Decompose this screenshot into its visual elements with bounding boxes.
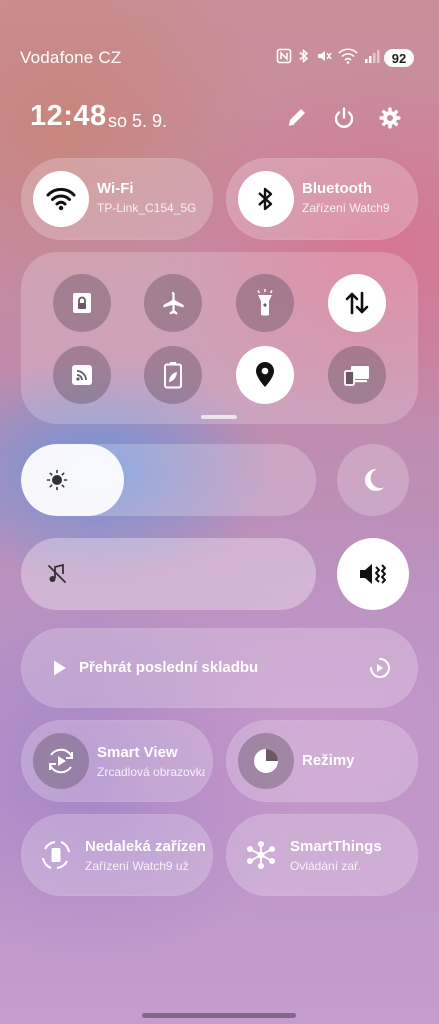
wifi-tile[interactable]: Wi-Fi TP-Link_C154_5G bbox=[21, 158, 213, 240]
wifi-network-name: TP-Link_C154_5G bbox=[97, 201, 197, 215]
mute-icon bbox=[316, 48, 332, 64]
airplane-icon bbox=[160, 290, 186, 316]
wifi-title: Wi-Fi bbox=[97, 180, 134, 197]
night-mode-toggle[interactable] bbox=[337, 444, 409, 516]
bluetooth-device-name: Zařízení Watch9 bbox=[302, 201, 390, 215]
bluetooth-title: Bluetooth bbox=[302, 180, 372, 197]
mute-note-icon bbox=[46, 563, 68, 585]
screen-lock-toggle[interactable] bbox=[53, 274, 111, 332]
signal-icon bbox=[364, 48, 380, 64]
smartthings-icon bbox=[246, 840, 276, 870]
nfc-icon bbox=[276, 48, 292, 64]
status-icons bbox=[276, 48, 380, 64]
nfc-toggle[interactable] bbox=[53, 346, 111, 404]
clock: 12:48 bbox=[30, 100, 107, 132]
location-icon bbox=[254, 361, 276, 389]
lock-icon bbox=[71, 291, 93, 315]
mobile-data-toggle[interactable] bbox=[328, 274, 386, 332]
smartthings-subtitle: Ovládání zař. bbox=[290, 859, 362, 873]
nearby-devices-tile[interactable]: Nedaleká zařízení Zařízení Watch9 už bbox=[21, 814, 213, 896]
bluetooth-toggle-icon[interactable] bbox=[238, 171, 294, 227]
flashlight-icon bbox=[255, 289, 275, 317]
smart-view-title: Smart View bbox=[97, 744, 178, 761]
vibrate-mute-icon bbox=[357, 560, 389, 588]
date: so 5. 9. bbox=[108, 111, 168, 131]
nfc-tile-icon bbox=[71, 364, 93, 386]
carrier-name: Vodafone CZ bbox=[20, 48, 122, 67]
power-saving-toggle[interactable] bbox=[144, 346, 202, 404]
smart-view-subtitle: Zrcadlová obrazovka bbox=[97, 765, 205, 779]
media-player[interactable]: Přehrát poslední skladbu bbox=[21, 628, 418, 708]
edit-icon[interactable] bbox=[286, 106, 308, 128]
settings-icon[interactable] bbox=[378, 106, 402, 130]
data-arrows-icon bbox=[343, 289, 371, 317]
screen-sharing-toggle[interactable] bbox=[328, 346, 386, 404]
location-toggle[interactable] bbox=[236, 346, 294, 404]
brightness-slider[interactable] bbox=[21, 444, 316, 516]
brightness-fill bbox=[21, 444, 124, 516]
bluetooth-icon bbox=[298, 48, 310, 64]
modes-tile[interactable]: Režimy bbox=[226, 720, 418, 802]
modes-icon bbox=[238, 733, 294, 789]
wifi-toggle-icon[interactable] bbox=[33, 171, 89, 227]
media-output-icon[interactable] bbox=[368, 656, 392, 680]
bluetooth-tile[interactable]: Bluetooth Zařízení Watch9 bbox=[226, 158, 418, 240]
sound-mode-toggle[interactable] bbox=[337, 538, 409, 610]
media-label: Přehrát poslední skladbu bbox=[79, 659, 259, 676]
devices-icon bbox=[343, 363, 371, 387]
volume-slider[interactable] bbox=[21, 538, 316, 610]
modes-title: Režimy bbox=[302, 752, 355, 769]
battery-leaf-icon bbox=[163, 361, 183, 389]
wifi-icon bbox=[338, 48, 358, 64]
smartthings-title: SmartThings bbox=[290, 838, 382, 855]
navigation-handle[interactable] bbox=[142, 1013, 296, 1018]
power-icon[interactable] bbox=[332, 106, 356, 130]
battery-badge: 92 bbox=[384, 49, 414, 67]
nearby-devices-title: Nedaleká zařízení bbox=[85, 838, 205, 855]
play-icon[interactable] bbox=[52, 659, 68, 677]
smart-view-icon bbox=[33, 733, 89, 789]
nearby-devices-subtitle: Zařízení Watch9 už bbox=[85, 859, 189, 873]
sun-icon bbox=[46, 469, 68, 491]
panel-drag-handle[interactable] bbox=[201, 415, 237, 419]
quick-toggles-panel bbox=[21, 252, 418, 424]
nearby-devices-icon bbox=[39, 838, 73, 872]
moon-icon bbox=[358, 465, 388, 495]
smart-view-tile[interactable]: Smart View Zrcadlová obrazovka bbox=[21, 720, 213, 802]
smartthings-tile[interactable]: SmartThings Ovládání zař. bbox=[226, 814, 418, 896]
flashlight-toggle[interactable] bbox=[236, 274, 294, 332]
airplane-mode-toggle[interactable] bbox=[144, 274, 202, 332]
